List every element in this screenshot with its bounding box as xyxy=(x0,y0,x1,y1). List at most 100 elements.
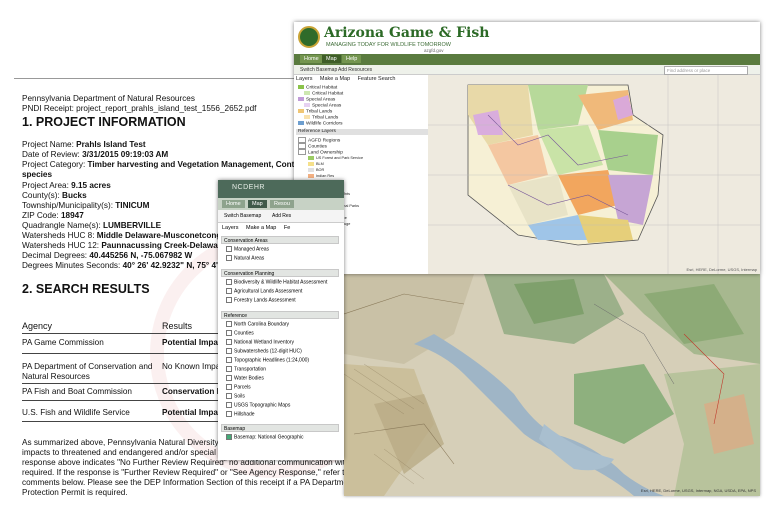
table-row-result: Potential Impa xyxy=(162,338,218,347)
ncdehr-window: NCDEHR Home Map Resou Switch Basemap Add… xyxy=(218,180,344,460)
table-rule xyxy=(22,421,222,422)
nc-layer-item[interactable]: Agricultural Lands Assessment xyxy=(226,288,302,294)
az-header: Arizona Game & Fish MANAGING TODAY FOR W… xyxy=(294,22,760,55)
table-row-result: No Known Impa xyxy=(162,362,221,371)
field-county: County(s): Bucks xyxy=(22,191,87,200)
nc-layer-item[interactable]: Natural Areas xyxy=(226,255,264,261)
field-project-category: Project Category: Timber harvesting and … xyxy=(22,160,303,169)
nc-layer-item[interactable]: USGS Topographic Maps xyxy=(226,402,290,408)
field-project-name: Project Name: Prahls Island Test xyxy=(22,140,146,149)
table-rule xyxy=(22,383,222,384)
nc-layer-item[interactable]: Managed Areas xyxy=(226,246,269,252)
az-logo-icon xyxy=(298,26,320,48)
field-quadrangle: Quadrangle Name(s): LUMBERVILLE xyxy=(22,221,162,230)
nc-layer-item[interactable]: Topographic Headlines (1:24,000) xyxy=(226,357,309,363)
nc-brand-title: NCDEHR xyxy=(232,184,265,191)
az-layer-item[interactable]: Special Areas xyxy=(304,103,341,108)
nc-map-attribution: Esri, HERE, DeLorme, USGS, Intermap, NGA… xyxy=(640,488,756,493)
az-site: azgfd.gov xyxy=(424,48,444,53)
section-title-project-info: 1. PROJECT INFORMATION xyxy=(22,115,186,129)
table-row-agency-cont: Natural Resources xyxy=(22,372,90,381)
az-legend-item: BOR xyxy=(308,168,324,172)
table-row-result: Conservation I xyxy=(162,387,219,396)
field-project-category-cont: species xyxy=(22,170,53,179)
nc-layer-item[interactable]: Counties xyxy=(226,330,254,336)
nc-layer-item[interactable]: North Carolina Boundary xyxy=(226,321,289,327)
field-township: Township/Municipality(s): TINICUM xyxy=(22,201,150,210)
field-project-area: Project Area: 9.15 acres xyxy=(22,181,111,190)
nc-tab-make-map[interactable]: Make a Map xyxy=(246,225,276,231)
nc-layer-item[interactable]: Subwatersheds (12-digit HUC) xyxy=(226,348,302,354)
nc-layer-item[interactable]: Forestry Lands Assessment xyxy=(226,297,296,303)
az-layer-item[interactable]: Special Areas xyxy=(298,97,335,102)
az-app-title: Arizona Game & Fish xyxy=(324,25,490,41)
nc-section-reference[interactable]: Reference xyxy=(221,311,339,319)
nc-layer-item[interactable]: Water Bodies xyxy=(226,375,264,381)
agency-header: Pennsylvania Department of Natural Resou… xyxy=(22,94,195,103)
az-nav-bar: Home Map Help xyxy=(294,54,760,65)
nc-basemap-item[interactable]: Basemap: National Geographic xyxy=(226,434,304,440)
nc-tab-feature[interactable]: Fe xyxy=(284,225,290,231)
table-rule xyxy=(22,333,222,334)
az-nav-map[interactable]: Map xyxy=(322,55,341,63)
az-map-canvas[interactable]: Esri, HERE, DeLorme, USGS, Intermap xyxy=(428,75,760,274)
nc-nav-home[interactable]: Home xyxy=(222,200,245,208)
nc-layer-item[interactable]: National Wetland Inventory xyxy=(226,339,294,345)
table-row-result: Potential Impa xyxy=(162,408,218,417)
az-layer-item[interactable]: Critical Habitat xyxy=(304,91,343,96)
az-layer-item[interactable]: Tribal Lands xyxy=(304,115,338,120)
az-reference-section[interactable]: Reference Layers xyxy=(296,129,428,135)
az-nav-help[interactable]: Help xyxy=(342,55,362,63)
nc-add-resources-button[interactable]: Add Res xyxy=(272,213,291,219)
nc-panel-tabs: Layers Make a Map Fe xyxy=(222,225,296,231)
table-rule xyxy=(22,400,222,401)
field-huc12: Watersheds HUC 12: Paunnacussing Creek-D… xyxy=(22,241,222,250)
az-tab-make-map[interactable]: Make a Map xyxy=(320,76,350,82)
nc-layer-item[interactable]: Hillshade xyxy=(226,411,255,417)
az-map-attribution: Esri, HERE, DeLorme, USGS, Intermap xyxy=(686,267,757,272)
nc-layer-item[interactable]: Soils xyxy=(226,393,245,399)
field-huc8: Watersheds HUC 8: Middle Delaware-Muscon… xyxy=(22,231,222,240)
nc-map-canvas[interactable]: Esri, HERE, DeLorme, USGS, Intermap, NGA… xyxy=(344,274,760,496)
az-legend-item: Indian Res xyxy=(308,174,334,178)
field-date-review: Date of Review: 3/31/2015 09:19:03 AM xyxy=(22,150,169,159)
nc-switch-basemap-button[interactable]: Switch Basemap xyxy=(224,213,261,219)
col-header-agency: Agency xyxy=(22,321,53,331)
nc-section-planning[interactable]: Conservation Planning xyxy=(221,269,339,277)
nc-section-conservation[interactable]: Conservation Areas xyxy=(221,236,339,244)
az-tab-feature-search[interactable]: Feature Search xyxy=(358,76,396,82)
nc-nav-bar: Home Map Resou xyxy=(218,198,344,210)
field-decimal-degrees: Decimal Degrees: 40.445256 N, -75.067982… xyxy=(22,251,193,260)
nc-layer-item[interactable]: Biodiversity & Wildlife Habitat Assessme… xyxy=(226,279,327,285)
field-dms: Degrees Minutes Seconds: 40° 26' 42.9232… xyxy=(22,261,223,270)
nc-tab-layers[interactable]: Layers xyxy=(222,225,239,231)
az-layer-item[interactable]: Tribal Lands xyxy=(298,109,332,114)
az-game-fish-window: Arizona Game & Fish MANAGING TODAY FOR W… xyxy=(294,22,760,274)
nc-nav-map[interactable]: Map xyxy=(248,200,267,208)
nc-brand-bar: NCDEHR xyxy=(218,180,344,198)
az-ref-layer-item[interactable]: Land Ownership xyxy=(298,149,343,155)
az-search-input[interactable]: Find address or place xyxy=(664,66,748,75)
az-legend-item: BLM xyxy=(308,162,324,166)
nc-layer-item[interactable]: Parcels xyxy=(226,384,251,390)
az-map-graphic xyxy=(428,75,760,274)
nc-layer-item[interactable]: Transportation xyxy=(226,366,266,372)
az-tab-layers[interactable]: Layers xyxy=(296,76,313,82)
nc-toolbar: Switch Basemap Add Res xyxy=(218,210,344,223)
table-rule xyxy=(22,353,222,354)
nc-nav-resources[interactable]: Resou xyxy=(270,200,294,208)
az-panel-tabs: Layers Make a Map Feature Search xyxy=(296,76,401,83)
az-switch-basemap-button[interactable]: Switch Basemap xyxy=(300,67,337,73)
col-header-results: Results xyxy=(162,321,193,331)
nc-section-basemap[interactable]: Basemap xyxy=(221,424,339,432)
az-legend-item: US Forest and Park Service xyxy=(308,156,363,160)
table-row-agency: PA Game Commission xyxy=(22,338,104,347)
az-layer-item[interactable]: Critical Habitat xyxy=(298,85,337,90)
az-nav-home[interactable]: Home xyxy=(300,55,323,63)
section-title-search-results: 2. SEARCH RESULTS xyxy=(22,282,150,296)
az-layer-item[interactable]: Wildlife Corridors xyxy=(298,121,343,126)
table-row-agency: PA Fish and Boat Commission xyxy=(22,387,132,396)
az-add-resources-button[interactable]: Add Resources xyxy=(338,67,372,73)
nc-map-graphic xyxy=(344,274,760,496)
field-zip: ZIP Code: 18947 xyxy=(22,211,84,220)
